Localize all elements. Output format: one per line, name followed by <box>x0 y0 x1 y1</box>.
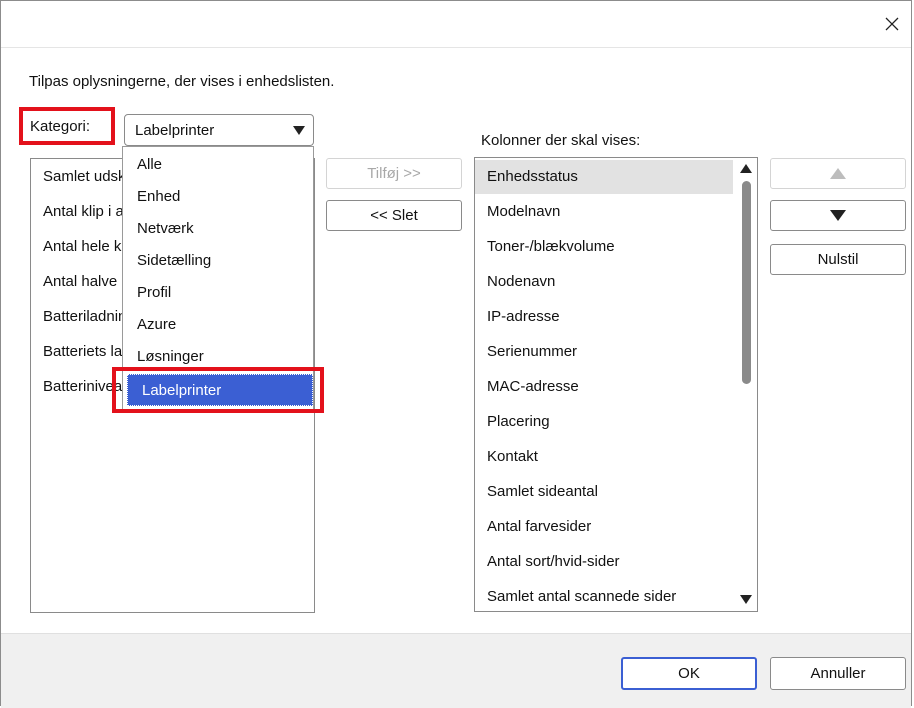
dialog-footer: OK Annuller <box>1 633 911 708</box>
available-item[interactable]: Batteriniveau <box>31 370 131 404</box>
close-button[interactable] <box>879 11 905 37</box>
shown-columns-list[interactable]: Enhedsstatus Modelnavn Toner-/blækvolume… <box>474 157 758 612</box>
shown-columns-scrollbar[interactable] <box>735 159 755 610</box>
shown-column-item[interactable]: Placering <box>475 405 550 439</box>
shown-column-item[interactable]: Kontakt <box>475 440 538 474</box>
shown-columns-header: Kolonner der skal vises: <box>481 132 641 149</box>
move-down-button[interactable] <box>770 200 906 231</box>
category-option-alle[interactable]: Alle <box>123 149 313 181</box>
category-option-enhed[interactable]: Enhed <box>123 181 313 213</box>
category-option-sidetaelling[interactable]: Sidetælling <box>123 245 313 277</box>
shown-column-item[interactable]: Antal farvesider <box>475 510 591 544</box>
ok-button[interactable]: OK <box>621 657 757 690</box>
category-option-profil[interactable]: Profil <box>123 277 313 309</box>
shown-column-item[interactable]: Samlet sideantal <box>475 475 598 509</box>
category-label: Kategori: <box>30 118 91 135</box>
shown-column-item[interactable]: Antal sort/hvid-sider <box>475 545 620 579</box>
shown-column-item[interactable]: Toner-/blækvolume <box>475 230 615 264</box>
available-item[interactable]: Antal hele klip <box>31 230 136 264</box>
scroll-down-icon[interactable] <box>740 595 752 604</box>
shown-column-item[interactable]: Enhedsstatus <box>475 160 733 194</box>
category-option-netvaerk[interactable]: Netværk <box>123 213 313 245</box>
close-icon <box>885 17 899 31</box>
shown-column-item[interactable]: Samlet antal scannede sider <box>475 580 676 611</box>
add-button[interactable]: Tilføj >> <box>326 158 462 189</box>
category-select[interactable]: Labelprinter <box>124 114 314 146</box>
triangle-down-icon <box>830 210 846 221</box>
shown-column-item[interactable]: Modelnavn <box>475 195 560 229</box>
category-option-azure[interactable]: Azure <box>123 309 313 341</box>
shown-column-item[interactable]: MAC-adresse <box>475 370 579 404</box>
category-option-loesninger[interactable]: Løsninger <box>123 341 313 373</box>
shown-column-item[interactable]: Nodenavn <box>475 265 555 299</box>
shown-column-item[interactable]: IP-adresse <box>475 300 560 334</box>
remove-button[interactable]: << Slet <box>326 200 462 231</box>
category-dropdown: Alle Enhed Netværk Sidetælling Profil Az… <box>122 146 314 413</box>
move-up-button[interactable] <box>770 158 906 189</box>
scrollbar-thumb[interactable] <box>742 181 751 384</box>
cancel-button[interactable]: Annuller <box>770 657 906 690</box>
triangle-up-icon <box>830 168 846 179</box>
category-option-labelprinter[interactable]: Labelprinter <box>127 374 313 406</box>
available-item[interactable]: Batteriladning <box>31 300 135 334</box>
title-bar <box>1 1 911 48</box>
instruction-text: Tilpas oplysningerne, der vises i enheds… <box>29 73 335 90</box>
scroll-up-icon[interactable] <box>740 164 752 173</box>
category-select-value: Labelprinter <box>135 122 215 139</box>
available-item[interactable]: Antal klip i alt <box>31 195 131 229</box>
reset-button[interactable]: Nulstil <box>770 244 906 275</box>
customize-columns-dialog: Tilpas oplysningerne, der vises i enheds… <box>0 0 912 708</box>
chevron-down-icon <box>293 126 305 135</box>
shown-column-item[interactable]: Serienummer <box>475 335 577 369</box>
